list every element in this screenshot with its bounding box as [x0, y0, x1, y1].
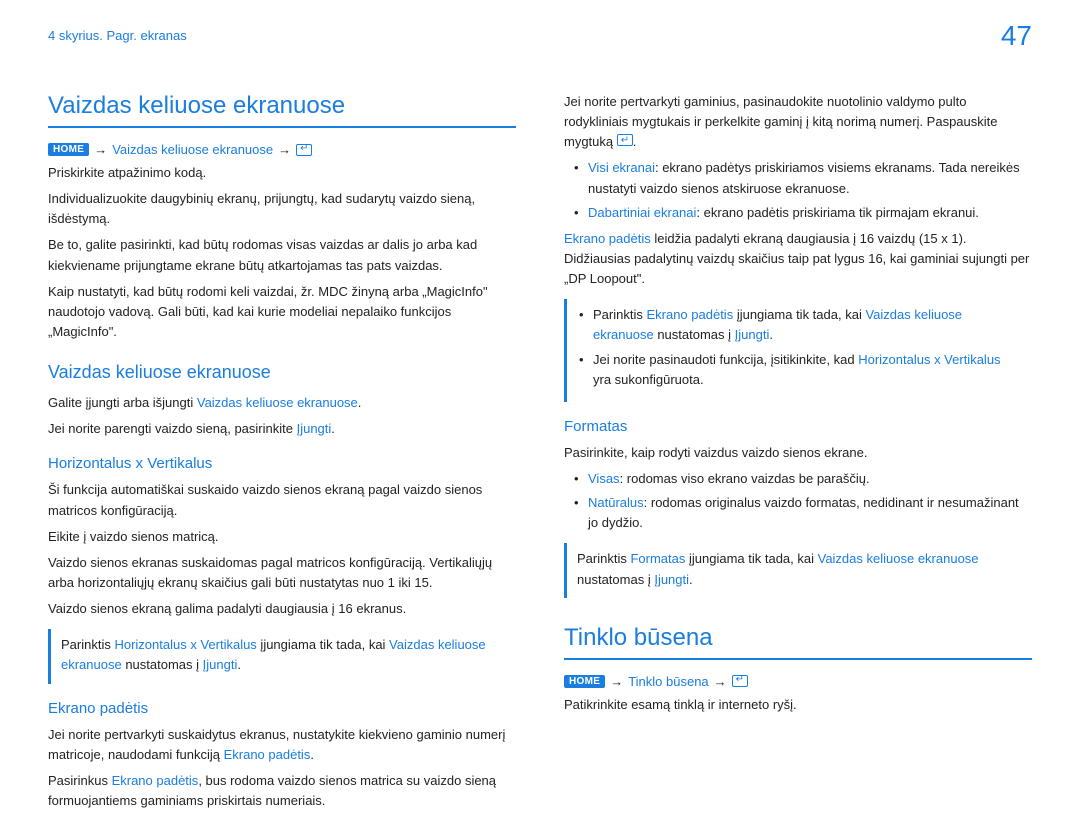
- note-box: Parinktis Ekrano padėtis įjungiama tik t…: [564, 299, 1032, 402]
- bullet-list: Visi ekranai: ekrano padėtys priskiriamo…: [564, 158, 1032, 222]
- body-text: Individualizuokite daugybinių ekranų, pr…: [48, 189, 516, 229]
- home-badge: HOME: [564, 675, 605, 688]
- body-text: Pasirinkus Ekrano padėtis, bus rodoma va…: [48, 771, 516, 811]
- page-header: 4 skyrius. Pagr. ekranas 47: [48, 20, 1032, 52]
- home-badge: HOME: [48, 143, 89, 156]
- note-text: Parinktis Formatas įjungiama tik tada, k…: [577, 549, 1022, 589]
- content-columns: Vaizdas keliuose ekranuose HOME → Vaizda…: [48, 92, 1032, 817]
- body-text: Eikite į vaizdo sienos matricą.: [48, 527, 516, 547]
- body-text: Pasirinkite, kaip rodyti vaizdus vaizdo …: [564, 443, 1032, 463]
- enter-icon: [617, 134, 633, 146]
- breadcrumb-link: Tinklo būsena: [628, 674, 708, 689]
- body-text: Vaizdo sienos ekranas suskaidomas pagal …: [48, 553, 516, 593]
- section-title-vaizdas: Vaizdas keliuose ekranuose: [48, 92, 516, 128]
- subheading-vaizdas: Vaizdas keliuose ekranuose: [48, 362, 516, 383]
- body-text: Ekrano padėtis leidžia padalyti ekraną d…: [564, 229, 1032, 289]
- right-column: Jei norite pertvarkyti gaminius, pasinau…: [564, 92, 1032, 817]
- arrow-icon: →: [714, 674, 727, 689]
- list-item: Visas: rodomas viso ekrano vaizdas be pa…: [578, 469, 1032, 489]
- body-text: Kaip nustatyti, kad būtų rodomi keli vai…: [48, 282, 516, 342]
- body-text: Ši funkcija automatiškai suskaido vaizdo…: [48, 480, 516, 520]
- arrow-icon: →: [278, 142, 291, 157]
- arrow-icon: →: [94, 142, 107, 157]
- subheading-ekrano-padetis: Ekrano padėtis: [48, 700, 516, 717]
- body-text: Priskirkite atpažinimo kodą.: [48, 163, 516, 183]
- breadcrumb-link: Vaizdas keliuose ekranuose: [112, 142, 273, 157]
- bullet-list: Visas: rodomas viso ekrano vaizdas be pa…: [564, 469, 1032, 533]
- list-item: Natūralus: rodomas originalus vaizdo for…: [578, 493, 1032, 533]
- note-box: Parinktis Horizontalus x Vertikalus įjun…: [48, 629, 516, 683]
- breadcrumb-vaizdas: HOME → Vaizdas keliuose ekranuose →: [48, 142, 516, 157]
- body-text: Be to, galite pasirinkti, kad būtų rodom…: [48, 235, 516, 275]
- section-title-tinklo: Tinklo būsena: [564, 624, 1032, 660]
- left-column: Vaizdas keliuose ekranuose HOME → Vaizda…: [48, 92, 516, 817]
- breadcrumb-tinklo: HOME → Tinklo būsena →: [564, 674, 1032, 689]
- body-text: Jei norite pertvarkyti suskaidytus ekran…: [48, 725, 516, 765]
- arrow-icon: →: [610, 674, 623, 689]
- list-item: Parinktis Ekrano padėtis įjungiama tik t…: [583, 305, 1022, 345]
- note-text: Parinktis Horizontalus x Vertikalus įjun…: [61, 635, 506, 675]
- note-list: Parinktis Ekrano padėtis įjungiama tik t…: [577, 305, 1022, 390]
- body-text: Vaizdo sienos ekraną galima padalyti dau…: [48, 599, 516, 619]
- subheading-horizontalus: Horizontalus x Vertikalus: [48, 455, 516, 472]
- enter-icon: [732, 675, 748, 687]
- list-item: Visi ekranai: ekrano padėtys priskiriamo…: [578, 158, 1032, 198]
- list-item: Dabartiniai ekranai: ekrano padėtis pris…: [578, 203, 1032, 223]
- body-text: Jei norite pertvarkyti gaminius, pasinau…: [564, 92, 1032, 152]
- page-number: 47: [1001, 20, 1032, 52]
- body-text: Patikrinkite esamą tinklą ir interneto r…: [564, 695, 1032, 715]
- list-item: Jei norite pasinaudoti funkcija, įsitiki…: [583, 350, 1022, 390]
- enter-icon: [296, 144, 312, 156]
- body-text: Jei norite parengti vaizdo sieną, pasiri…: [48, 419, 516, 439]
- chapter-label: 4 skyrius. Pagr. ekranas: [48, 20, 187, 43]
- subheading-formatas: Formatas: [564, 418, 1032, 435]
- body-text: Galite įjungti arba išjungti Vaizdas kel…: [48, 393, 516, 413]
- note-box: Parinktis Formatas įjungiama tik tada, k…: [564, 543, 1032, 597]
